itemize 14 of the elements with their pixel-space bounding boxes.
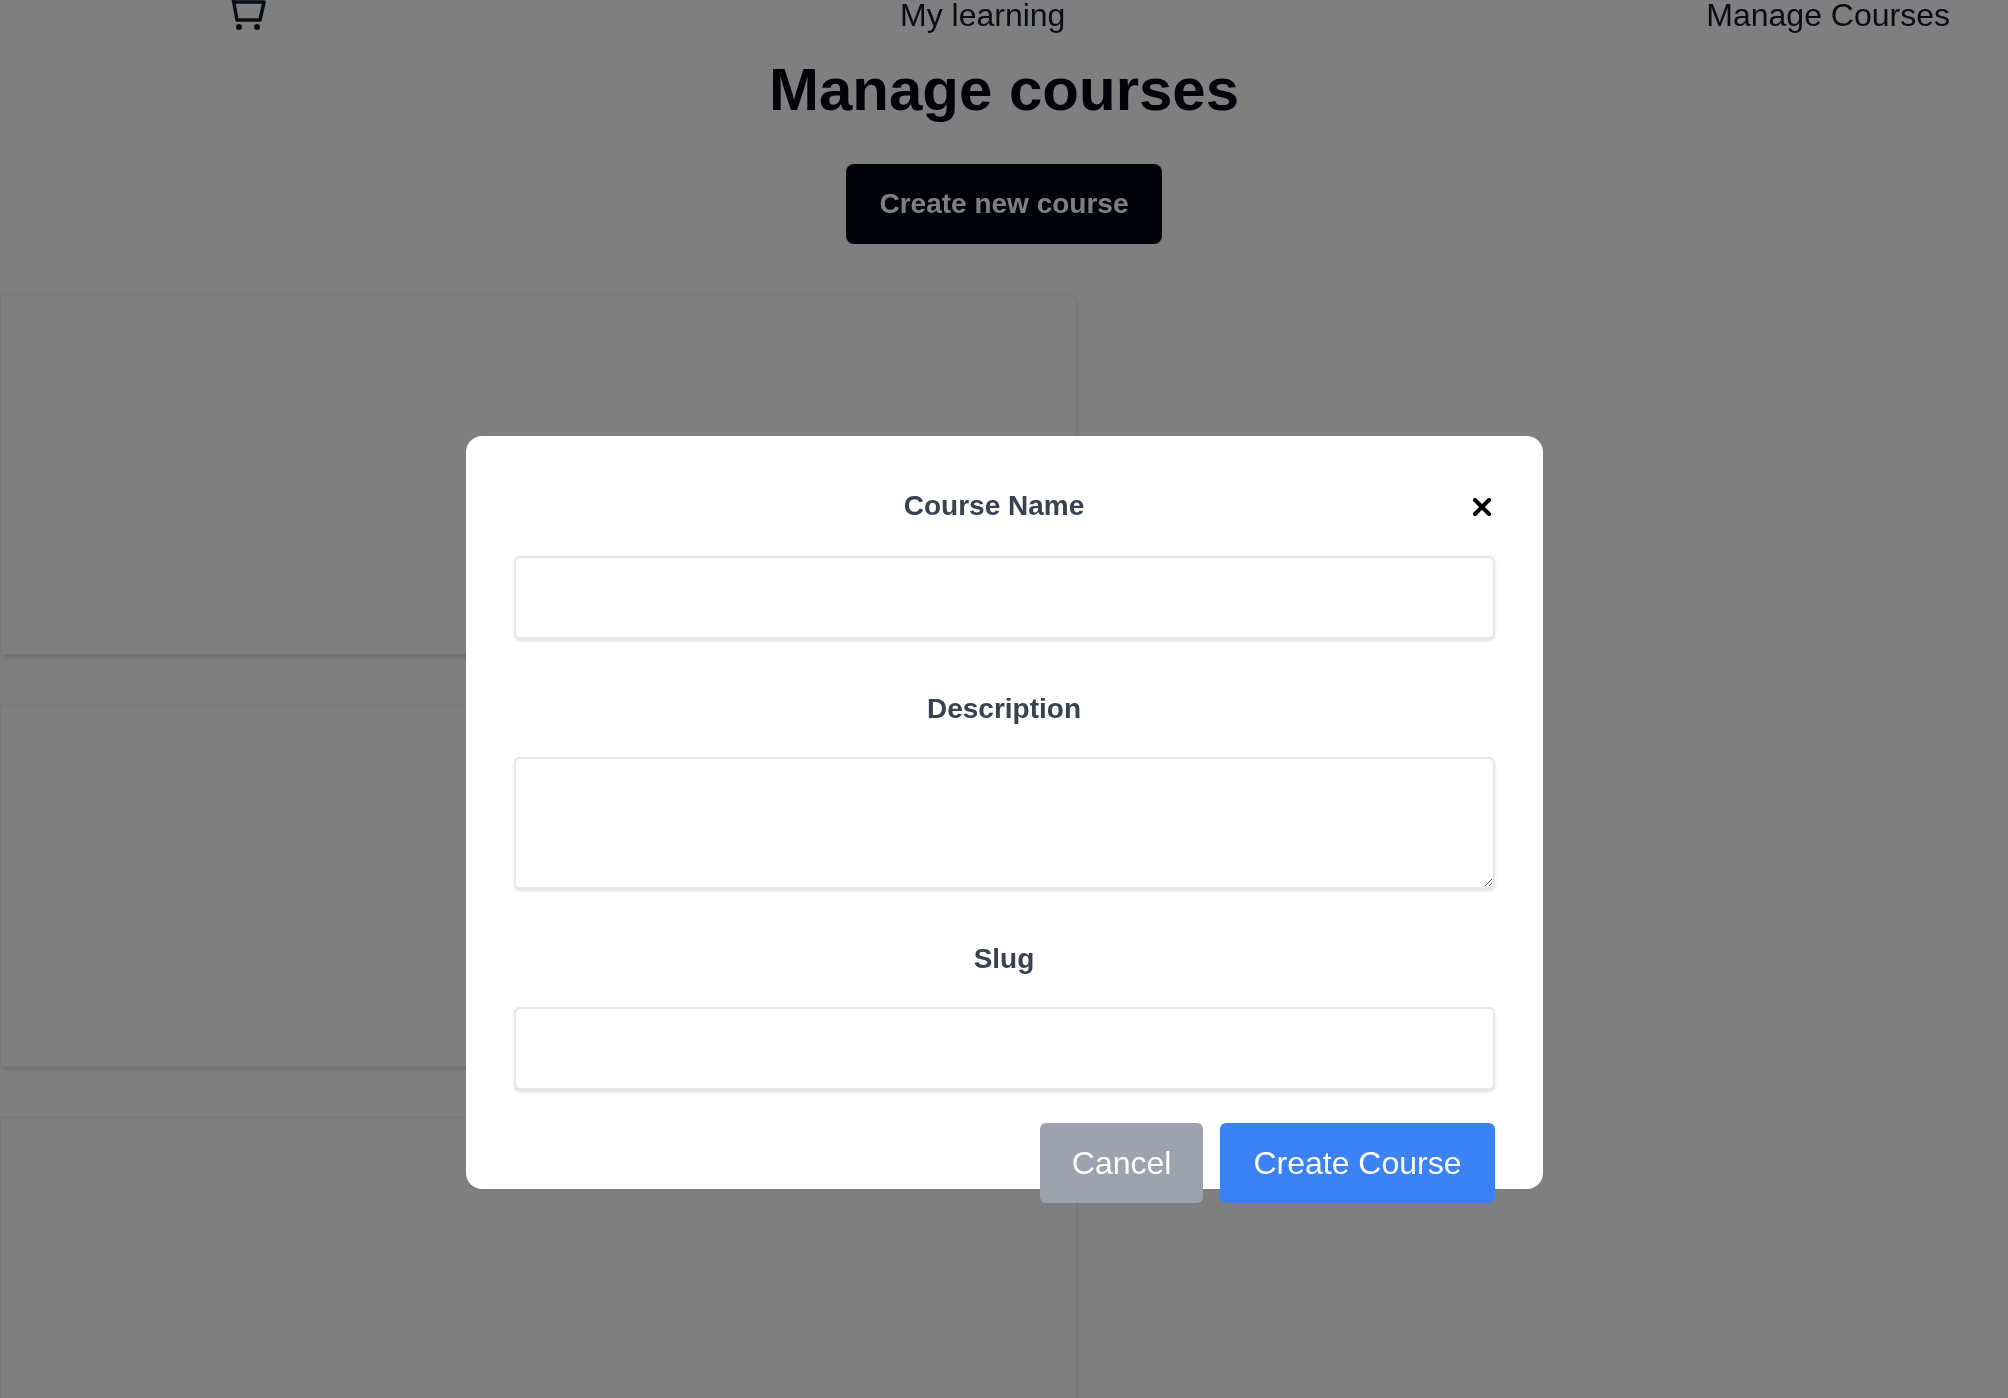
field-label: Description bbox=[927, 695, 1081, 723]
cancel-button[interactable]: Cancel bbox=[1039, 1123, 1204, 1203]
input-field[interactable] bbox=[513, 556, 1495, 639]
nav-link[interactable]: Manage Courses bbox=[1706, 0, 1950, 31]
field-label: Slug bbox=[973, 945, 1035, 973]
text-area[interactable] bbox=[513, 757, 1495, 889]
input-field[interactable] bbox=[513, 1007, 1495, 1090]
close-button[interactable] bbox=[1470, 496, 1493, 518]
create-button[interactable]: Create Course bbox=[1220, 1123, 1495, 1203]
close-icon bbox=[1472, 498, 1491, 516]
page-title: Manage courses bbox=[768, 60, 1240, 120]
create-course-button[interactable]: Create new course bbox=[846, 164, 1162, 244]
nav-link[interactable]: My learning bbox=[900, 0, 1066, 31]
field-label: Course Name bbox=[903, 492, 1085, 520]
